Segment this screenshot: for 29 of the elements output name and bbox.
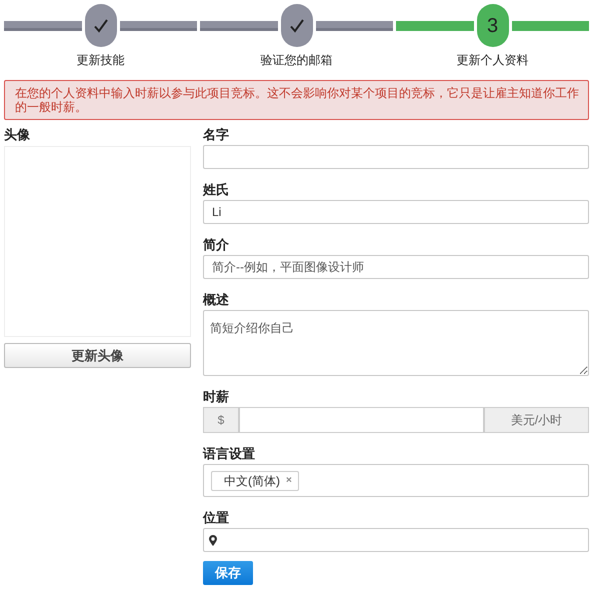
step-label: 更新技能 xyxy=(76,53,124,68)
text-field[interactable]: 简介--例如，平面图像设计师 xyxy=(203,255,589,279)
field-label: 时薪 xyxy=(203,389,230,404)
text-field[interactable] xyxy=(203,145,589,169)
text-field[interactable]: Li xyxy=(203,200,589,224)
check-icon xyxy=(290,18,304,32)
currency-addon: $ xyxy=(203,407,239,433)
rate-field[interactable] xyxy=(239,407,484,433)
field-label: 名字 xyxy=(203,127,230,142)
save-button[interactable]: 保存 xyxy=(203,561,253,585)
field-label: 姓氏 xyxy=(203,182,230,197)
step-label: 更新个人资料 xyxy=(456,53,528,68)
field-label: 语言设置 xyxy=(203,446,256,461)
field-label: 头像 xyxy=(4,127,31,142)
text-area[interactable]: 简短介绍你自己 xyxy=(203,310,589,376)
field-label: 位置 xyxy=(203,510,230,525)
update-avatar-button[interactable]: 更新头像 xyxy=(4,343,191,368)
location-field[interactable] xyxy=(203,528,589,552)
field-label: 简介 xyxy=(203,237,230,252)
step-number: 3 xyxy=(486,14,498,38)
field-label: 概述 xyxy=(203,292,230,307)
tag-text: 中文(简体) xyxy=(224,472,280,490)
map-pin-icon xyxy=(209,534,217,546)
step-label: 验证您的邮箱 xyxy=(260,53,332,68)
unit-addon: 美元/小时 xyxy=(484,407,589,433)
remove-tag-button[interactable]: × xyxy=(286,473,292,488)
check-icon xyxy=(94,18,108,32)
alert-banner: 在您的个人资料中输入时薪以参与此项目竞标。这不会影响你对某个项目的竞标，它只是让雇主知道你工作的一般时薪。 xyxy=(4,80,589,120)
tag-field[interactable]: 中文(简体) × xyxy=(203,464,589,497)
